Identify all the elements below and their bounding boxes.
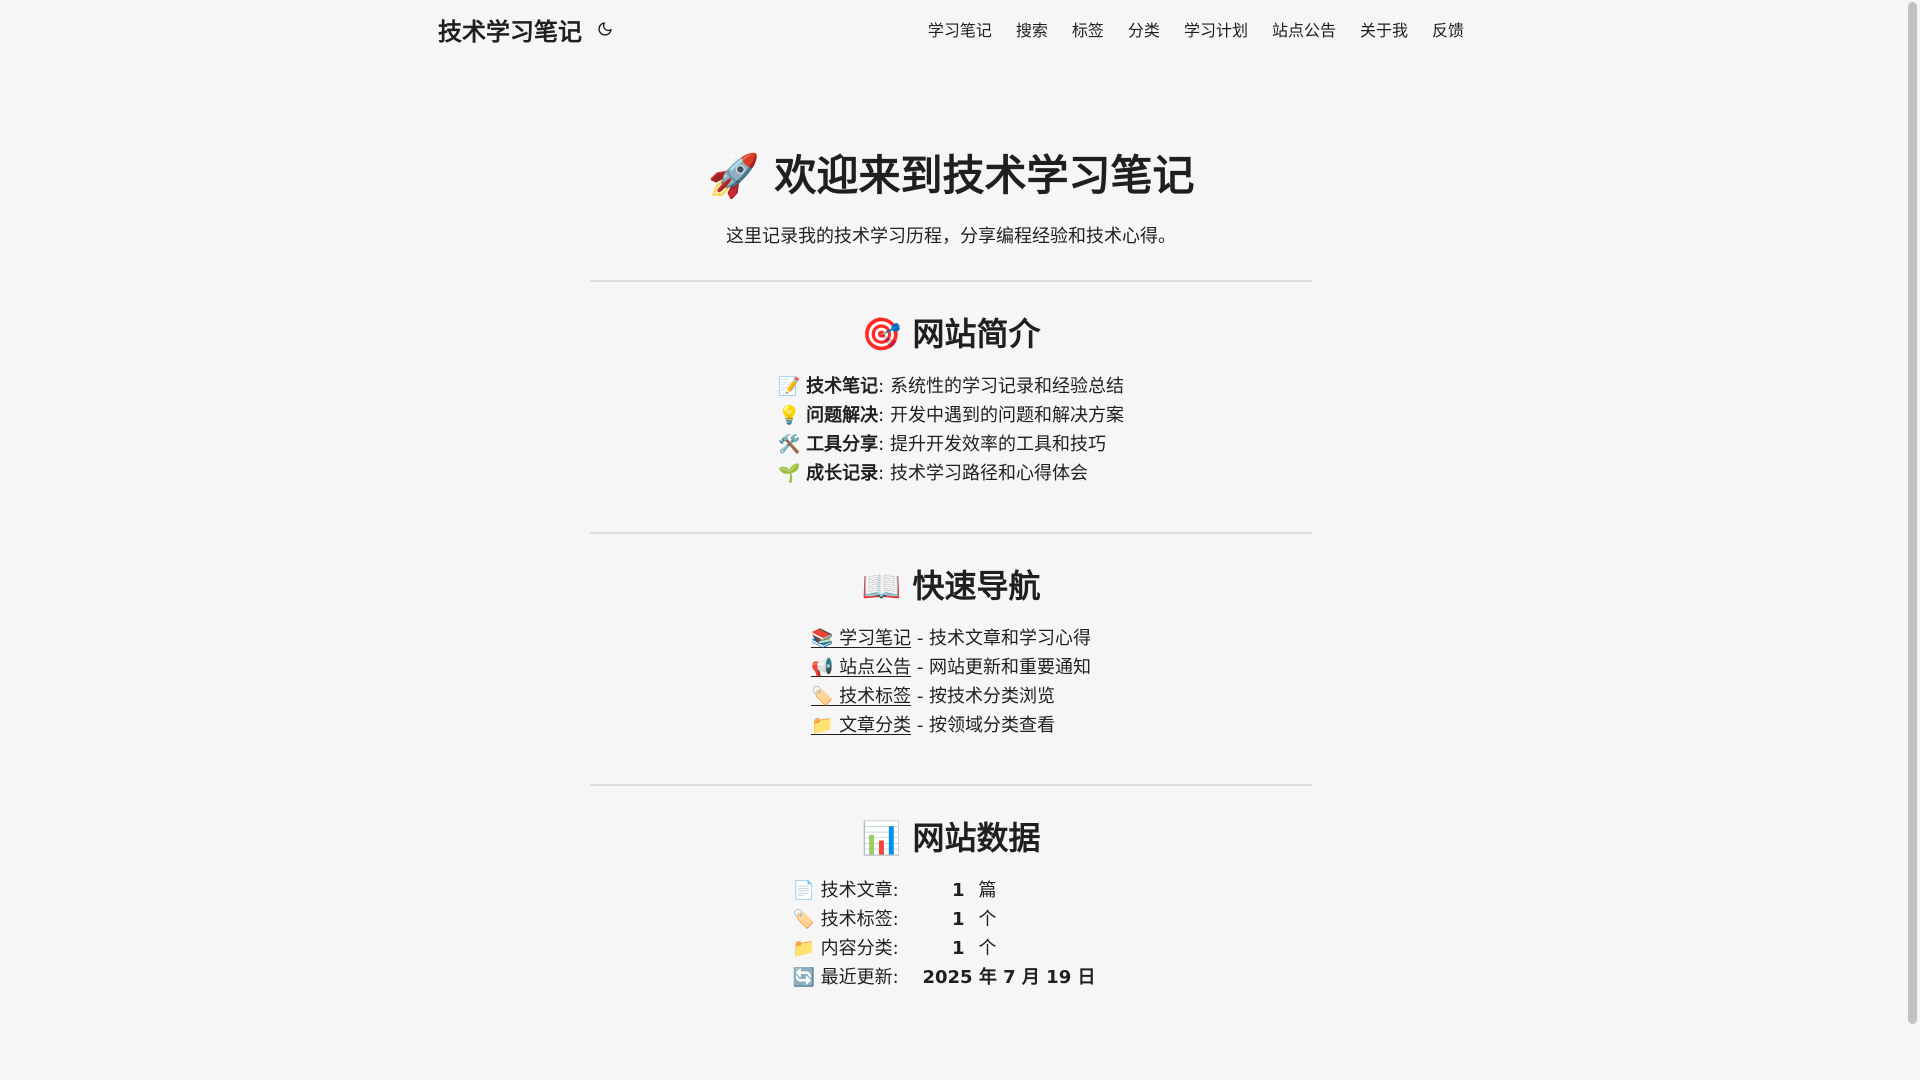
- site-header: 技术学习笔记 学习笔记 搜索 标签 分类 学习计划 站点公告 关于我 反馈: [438, 0, 1464, 58]
- quicknav-link-tags[interactable]: 🏷️ 技术标签: [811, 686, 911, 707]
- site-title-link[interactable]: 技术学习笔记: [438, 12, 582, 47]
- quicknav-link-notes[interactable]: 📚 学习笔记: [811, 628, 911, 649]
- stats-label: 🏷️ 技术标签:: [792, 909, 899, 930]
- stats-table: 📄 技术文章: 1 篇 🏷️ 技术标签: 1 个 📁 内容分类: 1 个 🔄 最…: [792, 876, 1109, 992]
- nav-item-about[interactable]: 关于我: [1360, 17, 1408, 41]
- list-item: 📚 学习笔记 - 技术文章和学习心得: [811, 624, 1091, 653]
- nav-item-notes[interactable]: 学习笔记: [928, 17, 992, 41]
- stats-value: 1: [951, 938, 965, 959]
- main-content: 🚀 欢迎来到技术学习笔记 这里记录我的技术学习历程，分享编程经验和技术心得。 🎯…: [590, 58, 1312, 992]
- page-title: 🚀 欢迎来到技术学习笔记: [707, 151, 1195, 200]
- nav-item-search[interactable]: 搜索: [1016, 17, 1048, 41]
- list-item: 🛠️ 工具分享: 提升开发效率的工具和技巧: [778, 430, 1124, 459]
- nav-item-categories[interactable]: 分类: [1128, 17, 1160, 41]
- nav-item-feedback[interactable]: 反馈: [1432, 17, 1464, 41]
- stats-value: 2025 年 7 月 19 日: [922, 967, 1096, 988]
- section-title-quicknav: 📖 快速导航: [861, 567, 1041, 605]
- stats-row: 📁 内容分类: 1 个: [792, 934, 1109, 963]
- list-item-desc: - 按领域分类查看: [911, 715, 1056, 736]
- main-nav: 学习笔记 搜索 标签 分类 学习计划 站点公告 关于我 反馈: [928, 17, 1464, 41]
- intro-list: 📝 技术笔记: 系统性的学习记录和经验总结 💡 问题解决: 开发中遇到的问题和解…: [778, 372, 1124, 488]
- scrollbar[interactable]: [1905, 0, 1920, 1080]
- stats-row: 🏷️ 技术标签: 1 个: [792, 905, 1109, 934]
- list-item-desc: - 按技术分类浏览: [911, 686, 1056, 707]
- list-item: 📁 文章分类 - 按领域分类查看: [811, 711, 1091, 740]
- divider: [590, 532, 1312, 534]
- logo-wrap: 技术学习笔记: [438, 12, 616, 47]
- list-item-desc: - 网站更新和重要通知: [911, 657, 1092, 678]
- note-icon: 📝: [778, 376, 801, 397]
- list-item: 📝 技术笔记: 系统性的学习记录和经验总结: [778, 372, 1124, 401]
- quicknav-link-announcements[interactable]: 📢 站点公告: [811, 657, 911, 678]
- list-item-label: 工具分享: [806, 434, 879, 455]
- list-item-label: 成长记录: [806, 463, 879, 484]
- section-title-stats: 📊 网站数据: [861, 819, 1041, 857]
- list-item-label: 问题解决: [806, 405, 879, 426]
- stats-label: 📄 技术文章:: [792, 880, 899, 901]
- stats-row: 🔄 最近更新: 2025 年 7 月 19 日: [792, 963, 1109, 992]
- section-title-intro: 🎯 网站简介: [861, 315, 1041, 353]
- seedling-icon: 🌱: [778, 463, 801, 484]
- tools-icon: 🛠️: [778, 434, 801, 455]
- list-item-desc: : 开发中遇到的问题和解决方案: [878, 405, 1124, 426]
- scrollbar-thumb[interactable]: [1908, 2, 1917, 1024]
- divider: [590, 280, 1312, 282]
- list-item: 💡 问题解决: 开发中遇到的问题和解决方案: [778, 401, 1124, 430]
- list-item: 🏷️ 技术标签 - 按技术分类浏览: [811, 682, 1091, 711]
- divider: [590, 784, 1312, 786]
- lightbulb-icon: 💡: [778, 405, 801, 426]
- stats-unit: 个: [978, 938, 997, 959]
- stats-row: 📄 技术文章: 1 篇: [792, 876, 1109, 905]
- list-item-desc: - 技术文章和学习心得: [911, 628, 1092, 649]
- quicknav-link-categories[interactable]: 📁 文章分类: [811, 715, 911, 736]
- stats-unit: 个: [978, 909, 997, 930]
- nav-item-study-plan[interactable]: 学习计划: [1184, 17, 1248, 41]
- stats-value: 1: [951, 880, 965, 901]
- nav-item-tags[interactable]: 标签: [1072, 17, 1104, 41]
- list-item-desc: : 系统性的学习记录和经验总结: [878, 376, 1124, 397]
- list-item: 🌱 成长记录: 技术学习路径和心得体会: [778, 459, 1124, 488]
- list-item-label: 技术笔记: [806, 376, 879, 397]
- stats-unit: 篇: [978, 880, 997, 901]
- page-subtitle: 这里记录我的技术学习历程，分享编程经验和技术心得。: [726, 226, 1176, 247]
- stats-label: 🔄 最近更新:: [792, 967, 899, 988]
- list-item: 📢 站点公告 - 网站更新和重要通知: [811, 653, 1091, 682]
- stats-label: 📁 内容分类:: [792, 938, 899, 959]
- list-item-desc: : 提升开发效率的工具和技巧: [878, 434, 1106, 455]
- moon-icon[interactable]: [594, 18, 616, 40]
- nav-item-announcements[interactable]: 站点公告: [1272, 17, 1336, 41]
- list-item-desc: : 技术学习路径和心得体会: [878, 463, 1088, 484]
- quicknav-list: 📚 学习笔记 - 技术文章和学习心得 📢 站点公告 - 网站更新和重要通知 🏷️…: [811, 624, 1091, 740]
- stats-value: 1: [951, 909, 965, 930]
